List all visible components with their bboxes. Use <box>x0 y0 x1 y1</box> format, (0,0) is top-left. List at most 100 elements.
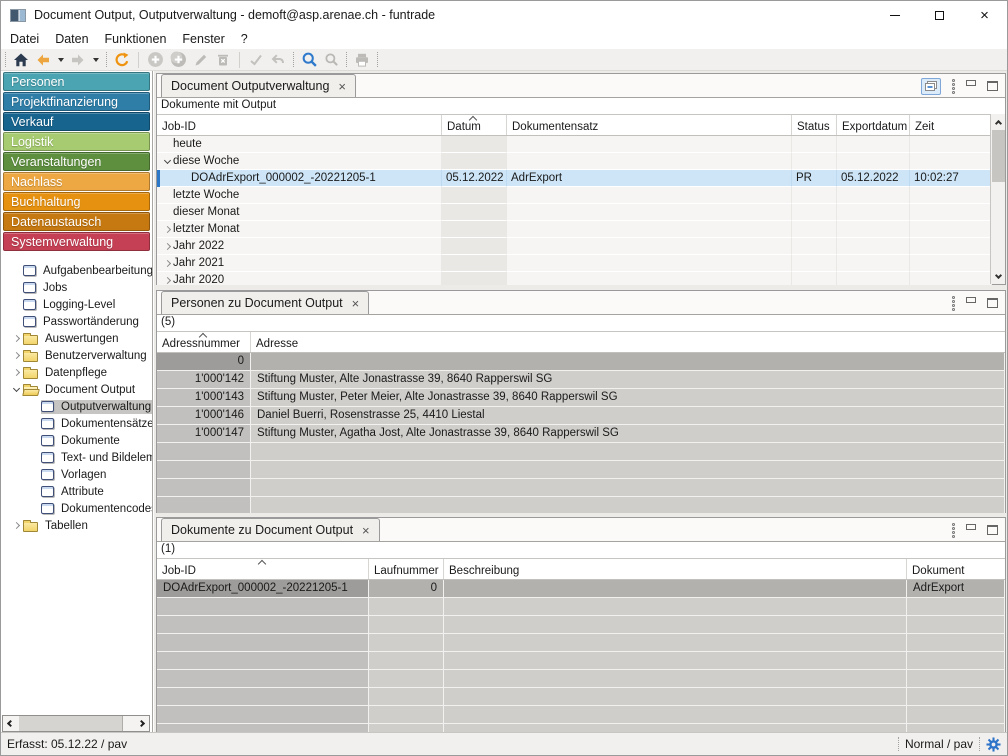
column-header-beschreibung[interactable]: Beschreibung <box>444 559 907 579</box>
chevron-right-icon[interactable] <box>163 225 170 232</box>
panel-menu-button[interactable] <box>952 523 955 538</box>
undo-button[interactable] <box>267 50 289 70</box>
group-row-heute[interactable]: heute <box>157 136 992 153</box>
column-header-status[interactable]: Status <box>792 115 837 135</box>
scrollbar-thumb[interactable] <box>19 716 123 731</box>
tree-item-text-und-bildelemente[interactable]: Text- und Bildeleme <box>1 449 152 466</box>
print-button[interactable] <box>351 50 373 70</box>
collapse-panel-button[interactable] <box>921 78 941 95</box>
group-row-jahr-2022[interactable]: Jahr 2022 <box>157 238 992 255</box>
toolbar-grip[interactable] <box>293 52 294 67</box>
sidebar-module-buchhaltung[interactable]: Buchhaltung <box>3 192 150 211</box>
table-row[interactable]: 1'000'143 Stiftung Muster, Peter Meier, … <box>157 389 1005 407</box>
search-button[interactable] <box>321 50 342 70</box>
column-header-adressnummer[interactable]: Adressnummer <box>157 332 251 352</box>
panel-minimize-button[interactable] <box>966 297 976 303</box>
table-row-selected[interactable]: DOAdrExport_000002_-20221205-1 05.12.202… <box>157 170 992 187</box>
column-header-zeit[interactable]: Zeit <box>910 115 992 135</box>
group-row-letzte-woche[interactable]: letzte Woche <box>157 187 992 204</box>
table-row-selected[interactable]: DOAdrExport_000002_-20221205-1 0 AdrExpo… <box>157 580 1005 598</box>
column-header-exportdatum[interactable]: Exportdatum <box>837 115 910 135</box>
sidebar-module-personen[interactable]: Personen <box>3 72 150 91</box>
scrollbar-thumb[interactable] <box>992 130 1005 182</box>
column-header-adresse[interactable]: Adresse <box>251 332 1005 352</box>
sidebar-module-nachlass[interactable]: Nachlass <box>3 172 150 191</box>
toolbar-grip[interactable] <box>346 52 347 67</box>
tree-item-document-output[interactable]: Document Output <box>1 381 152 398</box>
sidebar-module-veranstaltungen[interactable]: Veranstaltungen <box>3 152 150 171</box>
toolbar-grip[interactable] <box>106 52 107 67</box>
confirm-button[interactable] <box>245 50 267 70</box>
minimize-button[interactable] <box>872 1 917 29</box>
scroll-down-button[interactable] <box>991 269 1006 284</box>
tree-item-dokumente[interactable]: Dokumente <box>1 432 152 449</box>
tree-item-dokumentencodes[interactable]: Dokumentencodes <box>1 500 152 517</box>
sidebar-module-verkauf[interactable]: Verkauf <box>3 112 150 131</box>
delete-button[interactable] <box>212 50 234 70</box>
forward-dropdown-button[interactable] <box>89 50 102 70</box>
home-button[interactable] <box>10 50 32 70</box>
back-dropdown-button[interactable] <box>54 50 67 70</box>
menu-funktionen[interactable]: Funktionen <box>97 30 175 48</box>
table-row[interactable]: 1'000'147 Stiftung Muster, Agatha Jost, … <box>157 425 1005 443</box>
tree-item-aufgabenbearbeitung[interactable]: Aufgabenbearbeitung <box>1 262 152 279</box>
tree-item-auswertungen[interactable]: Auswertungen <box>1 330 152 347</box>
scroll-up-button[interactable] <box>991 114 1006 129</box>
tab-close-icon[interactable]: × <box>338 79 346 94</box>
chevron-right-icon[interactable] <box>163 242 170 249</box>
tree-item-outputverwaltung[interactable]: Outputverwaltung <box>1 398 152 415</box>
tree-item-logging-level[interactable]: Logging-Level <box>1 296 152 313</box>
panel-minimize-button[interactable] <box>966 524 976 530</box>
scroll-right-button[interactable] <box>134 716 149 731</box>
chevron-down-icon[interactable] <box>163 156 170 163</box>
toolbar-grip[interactable] <box>377 52 378 67</box>
panel1-vertical-scrollbar[interactable] <box>990 114 1005 284</box>
tab-personen-zu-document-output[interactable]: Personen zu Document Output × <box>161 291 369 314</box>
chevron-right-icon[interactable] <box>163 259 170 266</box>
menu-help[interactable]: ? <box>233 30 256 48</box>
group-row-diese-woche[interactable]: diese Woche <box>157 153 992 170</box>
sidebar-module-datenaustausch[interactable]: Datenaustausch <box>3 212 150 231</box>
panel-menu-button[interactable] <box>952 79 955 94</box>
sidebar-module-systemverwaltung[interactable]: Systemverwaltung <box>3 232 150 251</box>
close-button[interactable]: × <box>962 1 1007 29</box>
toolbar-grip[interactable] <box>5 52 6 67</box>
search-active-button[interactable] <box>298 50 321 70</box>
maximize-button[interactable] <box>917 1 962 29</box>
refresh-button[interactable] <box>111 50 133 70</box>
column-header-dokument[interactable]: Dokument <box>907 559 1005 579</box>
tab-close-icon[interactable]: × <box>352 296 360 311</box>
group-row-letzter-monat[interactable]: letzter Monat <box>157 221 992 238</box>
forward-button[interactable] <box>67 50 89 70</box>
table-row[interactable]: 1'000'142 Stiftung Muster, Alte Jonastra… <box>157 371 1005 389</box>
column-header-job-id[interactable]: Job-ID <box>157 559 369 579</box>
sidebar-module-projektfinanzierung[interactable]: Projektfinanzierung <box>3 92 150 111</box>
table-row-selected[interactable]: 0 <box>157 353 1005 371</box>
add-button[interactable] <box>144 50 167 70</box>
sidebar-horizontal-scrollbar[interactable] <box>2 715 150 732</box>
sidebar-module-logistik[interactable]: Logistik <box>3 132 150 151</box>
panel-menu-button[interactable] <box>952 296 955 311</box>
scroll-left-button[interactable] <box>3 716 18 731</box>
tree-item-vorlagen[interactable]: Vorlagen <box>1 466 152 483</box>
menu-datei[interactable]: Datei <box>2 30 47 48</box>
add-alt-button[interactable] <box>167 50 190 70</box>
menu-daten[interactable]: Daten <box>47 30 96 48</box>
tree-item-passwortaenderung[interactable]: Passwortänderung <box>1 313 152 330</box>
tab-close-icon[interactable]: × <box>362 523 370 538</box>
column-header-job-id[interactable]: Job-ID <box>157 115 442 135</box>
group-row-jahr-2021[interactable]: Jahr 2021 <box>157 255 992 272</box>
tab-document-outputverwaltung[interactable]: Document Outputverwaltung × <box>161 74 356 97</box>
column-header-laufnummer[interactable]: Laufnummer <box>369 559 444 579</box>
tab-dokumente-zu-document-output[interactable]: Dokumente zu Document Output × <box>161 518 380 541</box>
panel-maximize-button[interactable] <box>987 81 998 91</box>
menu-fenster[interactable]: Fenster <box>174 30 232 48</box>
tree-item-datenpflege[interactable]: Datenpflege <box>1 364 152 381</box>
tree-item-benutzerverwaltung[interactable]: Benutzerverwaltung <box>1 347 152 364</box>
column-header-dokumentensatz[interactable]: Dokumentensatz <box>507 115 792 135</box>
chevron-right-icon[interactable] <box>163 276 170 283</box>
panel-maximize-button[interactable] <box>987 298 998 308</box>
group-row-dieser-monat[interactable]: dieser Monat <box>157 204 992 221</box>
column-header-datum[interactable]: Datum <box>442 115 507 135</box>
settings-gear-icon[interactable] <box>986 737 1001 752</box>
